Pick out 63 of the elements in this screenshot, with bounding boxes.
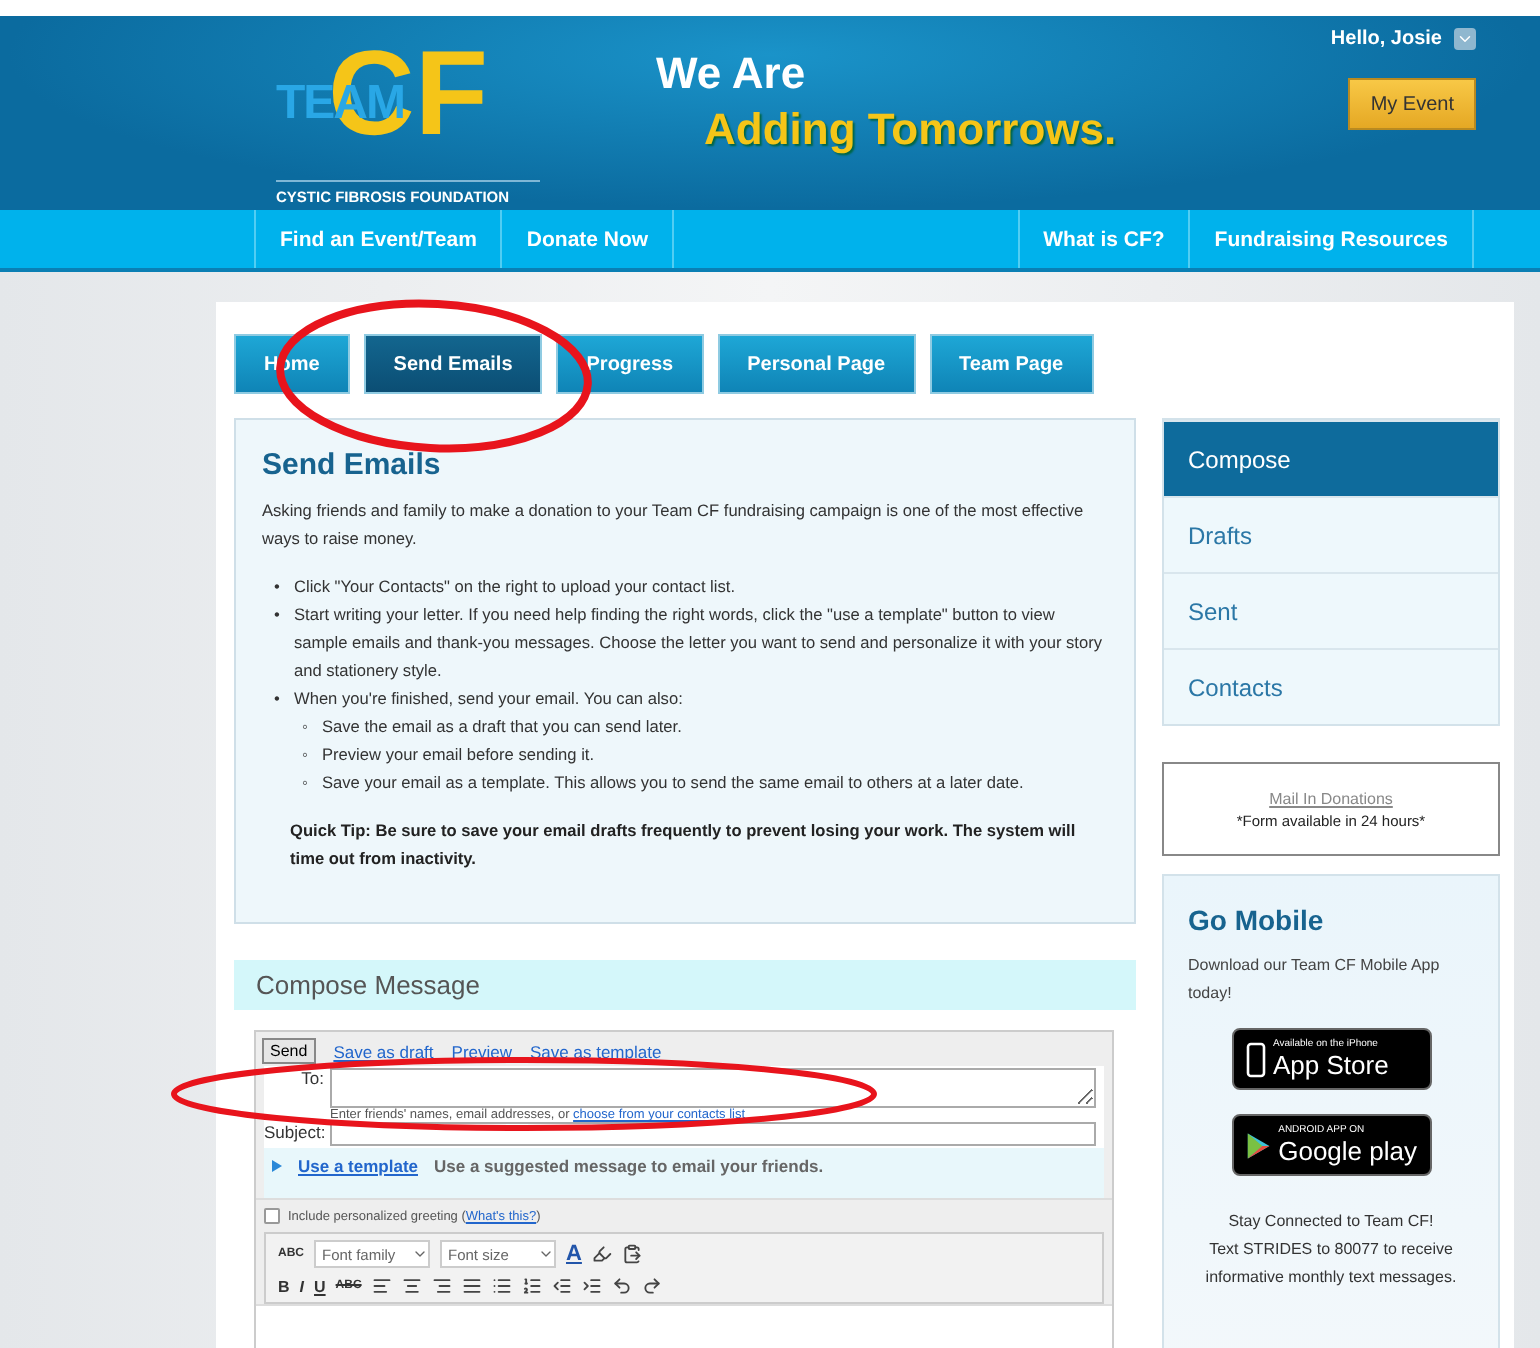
sidebar-item[interactable]: Sent — [1164, 572, 1498, 648]
text-line: Text STRIDES to 80077 to receive — [1207, 1238, 1455, 1262]
bullet-marker: • — [274, 602, 282, 628]
outdent-icon[interactable] — [551, 1276, 572, 1296]
sidebar-item[interactable]: Compose — [1164, 420, 1498, 496]
mail-in-link[interactable]: Mail In Donations — [1269, 789, 1393, 807]
redo-icon[interactable] — [641, 1276, 662, 1296]
compose-heading: Compose Message — [234, 960, 1136, 1010]
to-field[interactable] — [330, 1068, 1096, 1108]
bullet-text: Save the email as a draft that you can send later. — [322, 714, 682, 740]
highlighter-icon[interactable] — [591, 1244, 612, 1264]
indent-icon[interactable] — [581, 1276, 602, 1296]
bullet-marker: • — [274, 686, 282, 712]
subject-label: Subject: — [264, 1122, 324, 1142]
tab[interactable]: Send Emails — [363, 334, 543, 394]
bullet-marker: • — [274, 574, 282, 600]
dropdown-icon[interactable] — [1454, 28, 1476, 50]
card-title: Go Mobile — [1188, 904, 1326, 936]
text-line: Stay Connected to Team CF! — [1226, 1210, 1436, 1234]
underline-button[interactable]: U — [314, 1277, 326, 1295]
tab[interactable]: Personal Page — [717, 334, 916, 394]
tagline: Adding Tomorrows. — [704, 104, 1119, 156]
action-link[interactable]: Save as draft — [333, 1041, 434, 1061]
tab[interactable]: Progress — [556, 334, 704, 394]
paste-icon[interactable] — [621, 1244, 642, 1264]
quick-tip: Quick Tip: Be sure to save your email drafts frequently to prevent losing your work. The system will time out from inactivity. — [290, 818, 1078, 872]
bullet-text: Save your email as a template. This allows you to send the same email to others at a later date. — [322, 770, 1024, 796]
text-line: informative monthly text messages. — [1203, 1266, 1459, 1290]
action-link[interactable]: Preview — [451, 1041, 513, 1061]
bullet-text: Start writing your letter. If you need help finding the right words, click the "use a template" button to view sample emails and thank-you messages. Choose the letter you want to send and personalize it with your story and stationery style. — [294, 602, 1104, 684]
tab[interactable]: Team Page — [929, 334, 1094, 394]
sidebar-item[interactable]: Contacts — [1164, 648, 1498, 724]
bold-button[interactable]: B — [278, 1277, 290, 1295]
align-justify-icon[interactable] — [461, 1276, 482, 1296]
card-text: Download our Team CF Mobile App today! — [1188, 954, 1442, 1006]
bullet-marker: ◦ — [302, 742, 310, 768]
align-center-icon[interactable] — [401, 1276, 422, 1296]
italic-button[interactable]: I — [299, 1277, 305, 1295]
to-label: To: — [299, 1068, 324, 1088]
intro-paragraph: Asking friends and family to make a donation to your Team CF fundraising campaign is one of the most effective ways to raise money. — [262, 498, 1086, 552]
align-right-icon[interactable] — [431, 1276, 452, 1296]
section-title: Send Emails — [262, 448, 443, 482]
bullet-marker: ◦ — [302, 770, 310, 796]
undo-icon[interactable] — [611, 1276, 632, 1296]
dropdown-icon[interactable] — [412, 1246, 428, 1262]
bullet-text: When you're finished, send your email. You can also: — [294, 686, 683, 712]
template-link[interactable]: Use a template — [298, 1156, 418, 1176]
align-left-icon[interactable] — [371, 1276, 392, 1296]
user-greeting[interactable]: Hello, Josie — [1330, 28, 1442, 50]
tagline: We Are — [656, 48, 808, 100]
action-link[interactable]: Save as template — [530, 1041, 662, 1061]
bullet-text: Preview your email before sending it. — [322, 742, 595, 768]
send-button[interactable]: Send — [262, 1038, 316, 1064]
bullet-marker: ◦ — [302, 714, 310, 740]
dropdown-icon[interactable] — [538, 1246, 554, 1262]
text-color-button[interactable]: A — [566, 1242, 582, 1266]
sidebar-item[interactable]: Drafts — [1164, 496, 1498, 572]
greeting-checkbox[interactable] — [264, 1208, 280, 1224]
bullet-text: Click "Your Contacts" on the right to upload your contact list. — [294, 574, 735, 600]
numbered-list-icon[interactable] — [521, 1276, 542, 1296]
template-description: Use a suggested message to email your friends. — [434, 1156, 824, 1176]
my-event-button[interactable]: My Event — [1348, 78, 1476, 130]
expand-icon[interactable] — [272, 1160, 282, 1172]
